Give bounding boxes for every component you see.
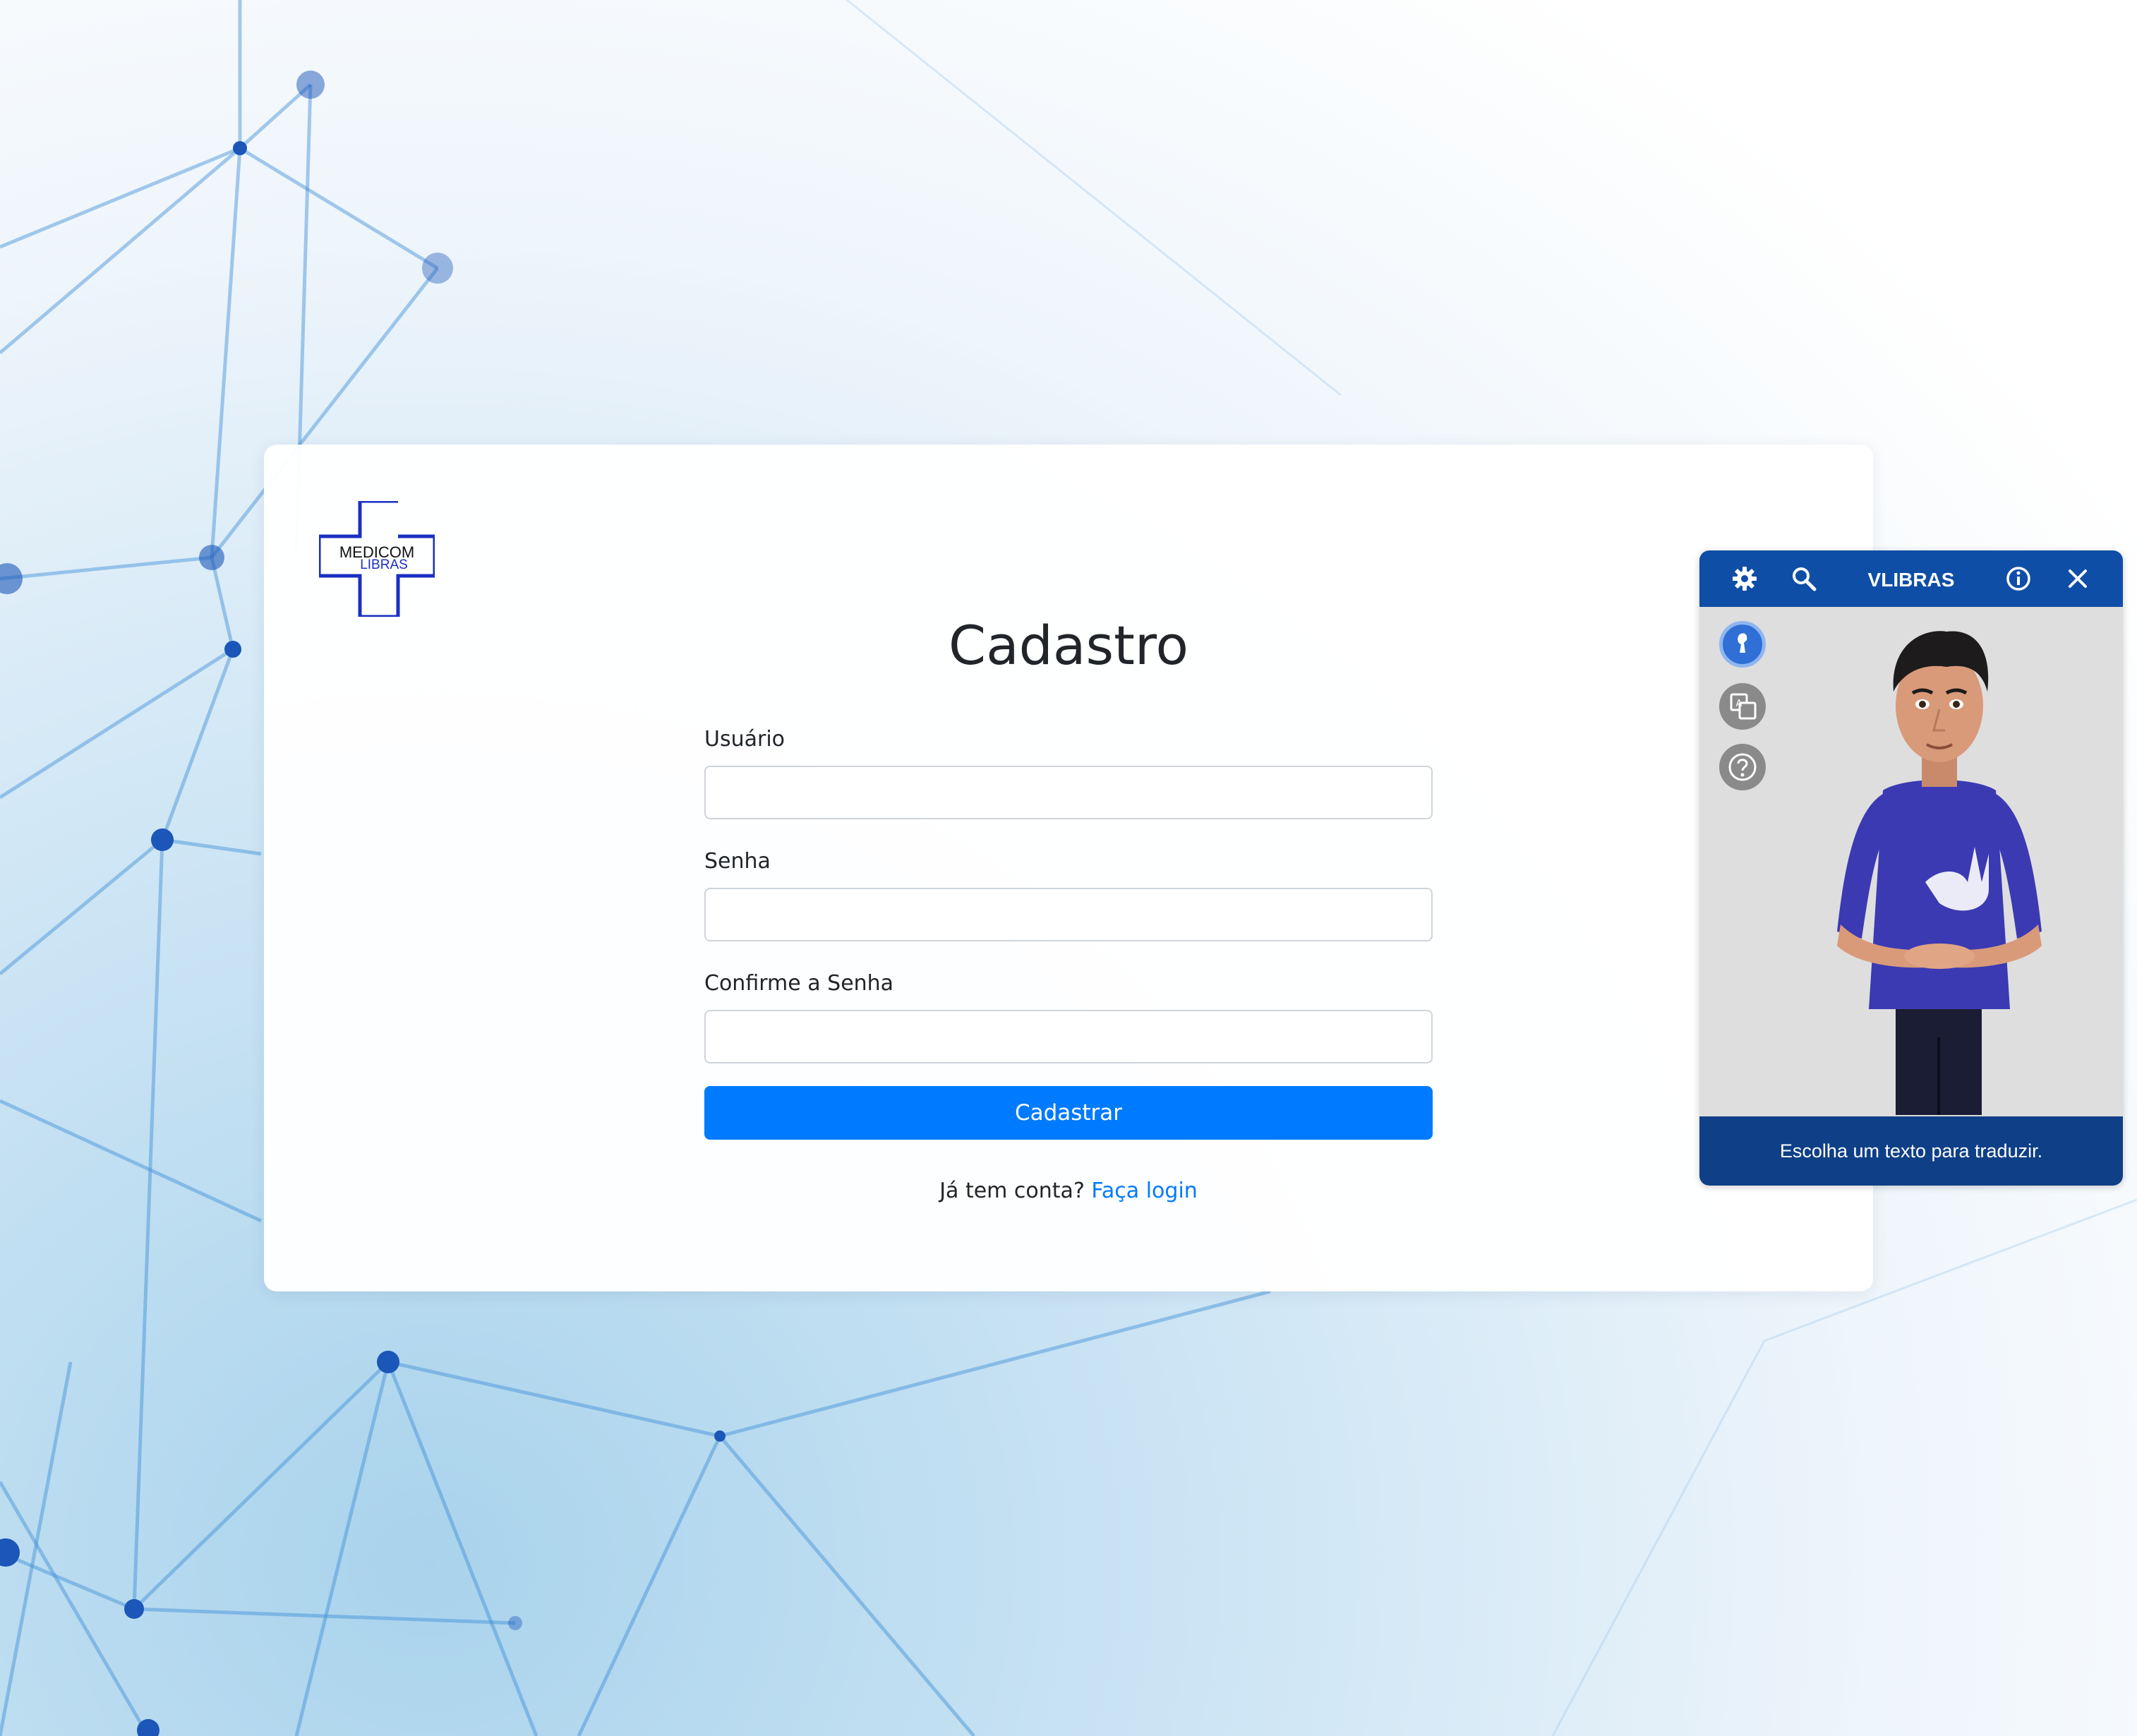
login-link[interactable]: Faça login [1091,1179,1197,1203]
confirm-password-label: Confirme a Senha [704,971,894,996]
vlibras-widget: VLIBRAS A Escolha um texto para traduzir… [1699,550,2123,1186]
info-icon[interactable] [2004,565,2033,593]
username-input[interactable] [704,766,1433,819]
vlibras-title: VLIBRAS [1867,569,1955,591]
avatar-icon[interactable] [1719,621,1766,668]
gear-icon[interactable] [1730,565,1759,593]
login-prompt: Já tem conta? Faça login [264,1179,1873,1203]
page-title: Cadastro [949,614,1188,677]
help-icon[interactable] [1719,744,1766,790]
svg-text:A: A [1736,699,1742,709]
register-button[interactable]: Cadastrar [704,1086,1433,1140]
translate-icon[interactable]: A [1719,683,1766,730]
sign-language-avatar [1837,631,2042,1115]
vlibras-message: Escolha um texto para traduzir. [1699,1116,2123,1186]
password-input[interactable] [704,888,1433,941]
register-form: Usuário Senha Confirme a Senha Cadastrar [704,727,1433,1140]
vlibras-header: VLIBRAS [1699,550,2123,607]
confirm-password-input[interactable] [704,1010,1433,1063]
search-icon[interactable] [1790,565,1818,593]
close-icon[interactable] [2064,565,2092,593]
password-label: Senha [704,849,771,874]
login-prompt-text: Já tem conta? [939,1179,1085,1203]
register-card: MEDICOM LIBRAS Cadastro Usuário Senha Co… [264,445,1873,1291]
username-label: Usuário [704,727,785,752]
logo-text-libras: LIBRAS [360,557,408,572]
medicom-libras-logo: MEDICOM LIBRAS [319,501,435,617]
